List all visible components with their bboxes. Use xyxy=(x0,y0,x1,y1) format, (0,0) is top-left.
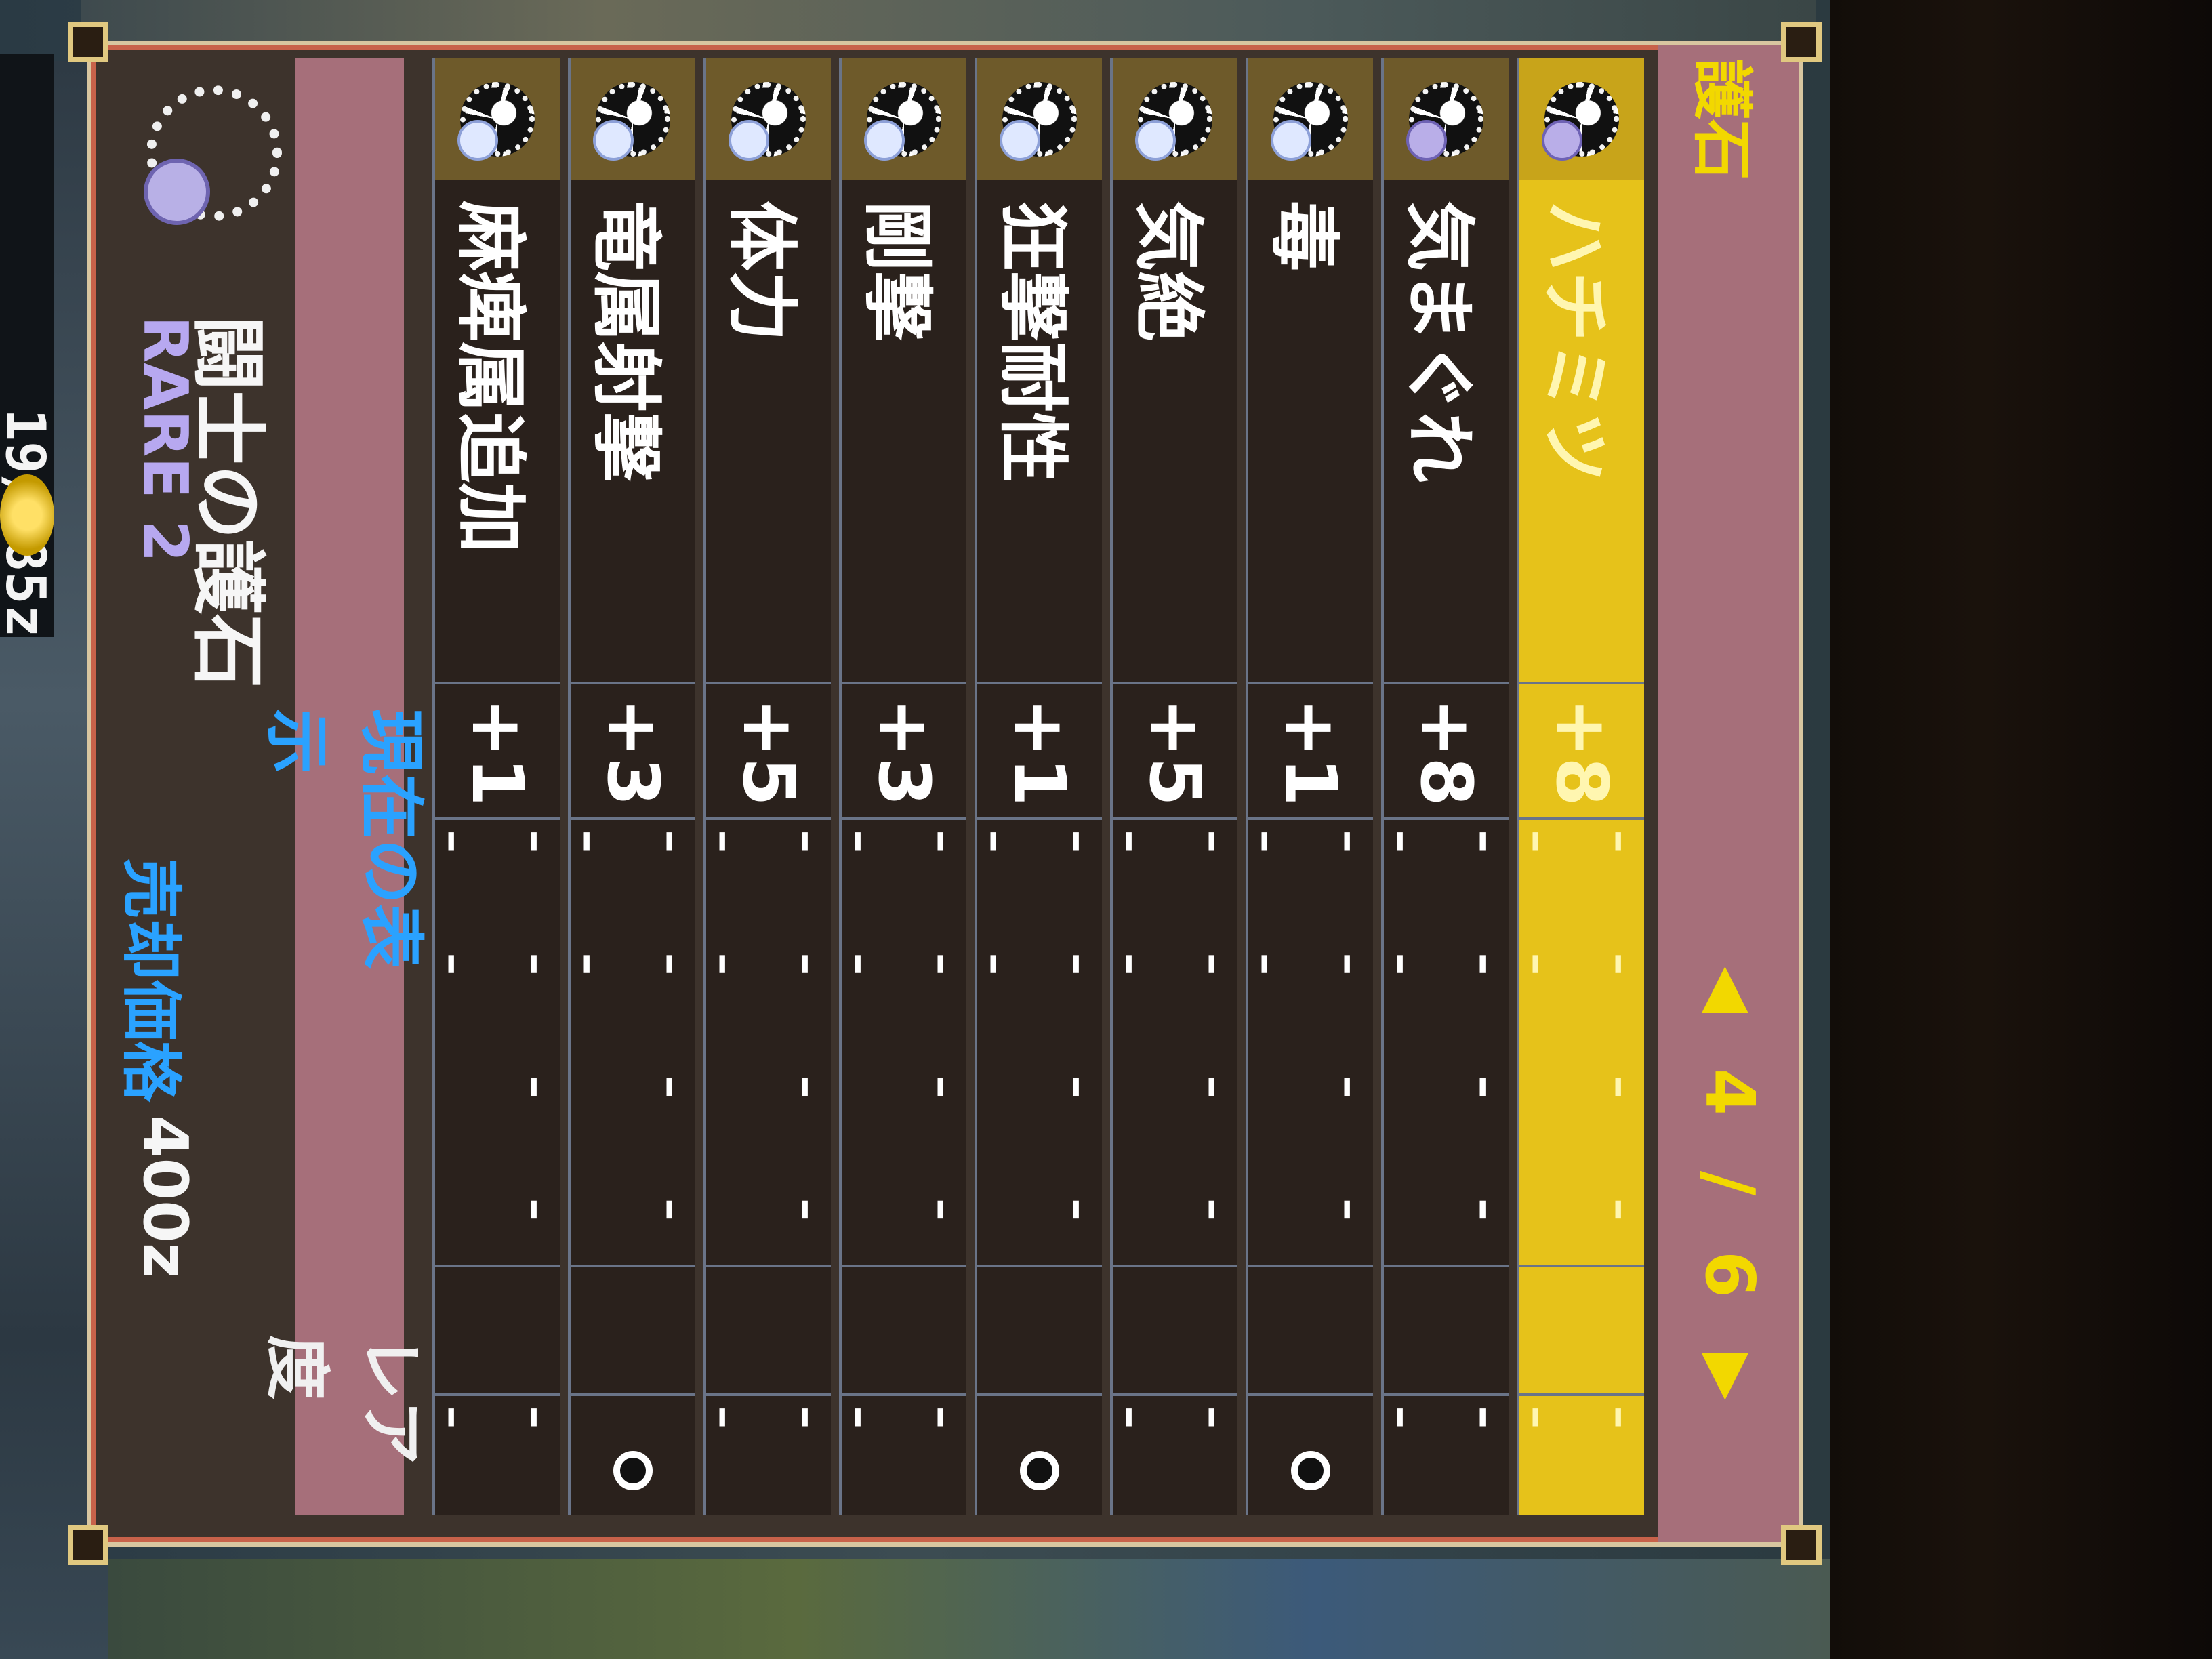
skill2-empty: - - - - - - xyxy=(1228,817,1393,1267)
charm-gem-icon xyxy=(596,82,670,157)
slot-icon xyxy=(1020,1451,1059,1490)
slot-cell xyxy=(977,1265,1102,1396)
page-separator: / xyxy=(1690,1170,1770,1196)
table-row[interactable]: 気絶 +5 - - - - - - - - xyxy=(1092,58,1258,1518)
slot-empty: - - xyxy=(686,1393,851,1518)
bezel xyxy=(1830,0,2212,1659)
slot-cell xyxy=(1519,1265,1644,1396)
charm-icon xyxy=(1113,58,1237,180)
charm-icon xyxy=(842,58,966,180)
slot-icon xyxy=(613,1451,653,1490)
charm-icon xyxy=(571,58,695,180)
table-row[interactable]: 竜属射撃 +3 - - - - - - xyxy=(550,58,716,1518)
skill-points: +3 xyxy=(571,682,695,820)
skill-points: +3 xyxy=(842,682,966,820)
skill2-empty: - - - - - - xyxy=(1499,817,1664,1267)
skill-points: +8 xyxy=(1384,682,1509,820)
skill2-empty: - - - - - - xyxy=(957,817,1122,1267)
charm-gem-icon xyxy=(1002,82,1077,157)
table-row[interactable]: 狂撃耐性 +1 - - - - - - xyxy=(957,58,1122,1518)
skill-name: 麻痺属追加 xyxy=(449,201,533,554)
footer-band: 現在の表示 レア度 xyxy=(259,58,429,1515)
charm-detail: 闘士の護石 RARE 2 売却価格 400z xyxy=(106,58,295,1515)
skill2-empty: - - - - - - xyxy=(550,817,716,1267)
table-row[interactable]: ハチミツ +8 - - - - - - - - xyxy=(1499,58,1664,1518)
frame-corner-ornament xyxy=(68,22,108,62)
charm-gem-icon xyxy=(1273,82,1348,157)
slot-cell-filled xyxy=(571,1393,695,1518)
charm-icon xyxy=(435,58,560,180)
skill-points: +1 xyxy=(435,682,560,820)
sell-price-label: 売却価格 xyxy=(115,858,186,1102)
charm-gem-icon xyxy=(731,82,806,157)
skill-name: 体力 xyxy=(720,201,804,342)
charm-table: ハチミツ +8 - - - - - - - - 気まぐれ +8 - - - - … xyxy=(408,58,1664,1518)
slot-cell xyxy=(1384,1265,1509,1396)
charm-icon xyxy=(1519,58,1644,180)
slot-cell-filled xyxy=(977,1393,1102,1518)
charm-gem-icon xyxy=(460,82,535,157)
charm-gem-icon xyxy=(1409,82,1483,157)
skill2-empty: - - - - - - xyxy=(1092,817,1258,1267)
skill-name: 竜属射撃 xyxy=(585,201,668,483)
title-bar: 護石 ◀ 4 / 6 ▶ xyxy=(1658,45,1799,1542)
slot-cell xyxy=(1248,1265,1373,1396)
charm-icon xyxy=(706,58,831,180)
table-row[interactable]: 剛撃 +3 - - - - - - - - xyxy=(821,58,987,1518)
page-indicator: ◀ 4 / 6 ▶ xyxy=(1690,966,1770,1400)
charm-rarity: RARE 2 xyxy=(129,316,201,562)
charm-list-window: 護石 ◀ 4 / 6 ▶ ハチミツ +8 - - - - - - - - 気まぐ… xyxy=(68,22,1822,1565)
slot-empty: - - xyxy=(1364,1393,1529,1518)
charm-icon xyxy=(977,58,1102,180)
table-row[interactable]: 毒 +1 - - - - - - xyxy=(1228,58,1393,1518)
slot-cell xyxy=(571,1265,695,1396)
skill-name: 剛撃 xyxy=(856,201,939,342)
background-scene-bottom xyxy=(108,1559,1830,1659)
slot-empty: - - xyxy=(1092,1393,1258,1518)
slot-empty: - - xyxy=(415,1393,580,1518)
frame-corner-ornament xyxy=(1781,22,1822,62)
slot-icon xyxy=(1291,1451,1330,1490)
skill-points: +1 xyxy=(977,682,1102,820)
skill-name: ハチミツ xyxy=(1534,201,1617,483)
skill2-empty: - - - - - - xyxy=(686,817,851,1267)
charm-icon xyxy=(1248,58,1373,180)
skill-points: +5 xyxy=(1113,682,1237,820)
chevron-right-icon[interactable]: ▶ xyxy=(1695,1353,1766,1400)
skill-points: +1 xyxy=(1248,682,1373,820)
chevron-left-icon[interactable]: ◀ xyxy=(1695,966,1766,1013)
slot-empty: - - xyxy=(821,1393,987,1518)
window-title: 護石 xyxy=(1686,58,1757,180)
page-current: 4 xyxy=(1690,1068,1770,1116)
slot-cell xyxy=(842,1265,966,1396)
charm-icon xyxy=(1384,58,1509,180)
table-row[interactable]: 麻痺属追加 +1 - - - - - - - - xyxy=(415,58,580,1518)
sell-price-value: 400z xyxy=(129,1115,201,1279)
charm-gem-icon xyxy=(1544,82,1619,157)
charm-gem-icon xyxy=(1138,82,1212,157)
skill2-empty: - - - - - - xyxy=(1364,817,1529,1267)
charm-gem-icon xyxy=(867,82,941,157)
skill-points: +8 xyxy=(1519,682,1644,820)
skill2-empty: - - - - - - xyxy=(415,817,580,1267)
slot-cell xyxy=(706,1265,831,1396)
skill-points: +5 xyxy=(706,682,831,820)
skill-name: 気絶 xyxy=(1127,201,1210,342)
charm-large-icon xyxy=(146,85,282,221)
page-total: 6 xyxy=(1690,1250,1770,1298)
frame-corner-ornament xyxy=(68,1525,108,1565)
frame-corner-ornament xyxy=(1781,1525,1822,1565)
table-row[interactable]: 気まぐれ +8 - - - - - - - - xyxy=(1364,58,1529,1518)
slot-cell-filled xyxy=(1248,1393,1373,1518)
slot-empty: - - xyxy=(1499,1393,1664,1518)
skill2-empty: - - - - - - xyxy=(821,817,987,1267)
skill-name: 毒 xyxy=(1263,201,1346,272)
slot-cell xyxy=(435,1265,560,1396)
skill-name: 気まぐれ xyxy=(1398,201,1481,483)
slot-cell xyxy=(1113,1265,1237,1396)
table-row[interactable]: 体力 +5 - - - - - - - - xyxy=(686,58,851,1518)
coin-icon xyxy=(0,474,54,556)
skill-name: 狂撃耐性 xyxy=(991,201,1075,483)
